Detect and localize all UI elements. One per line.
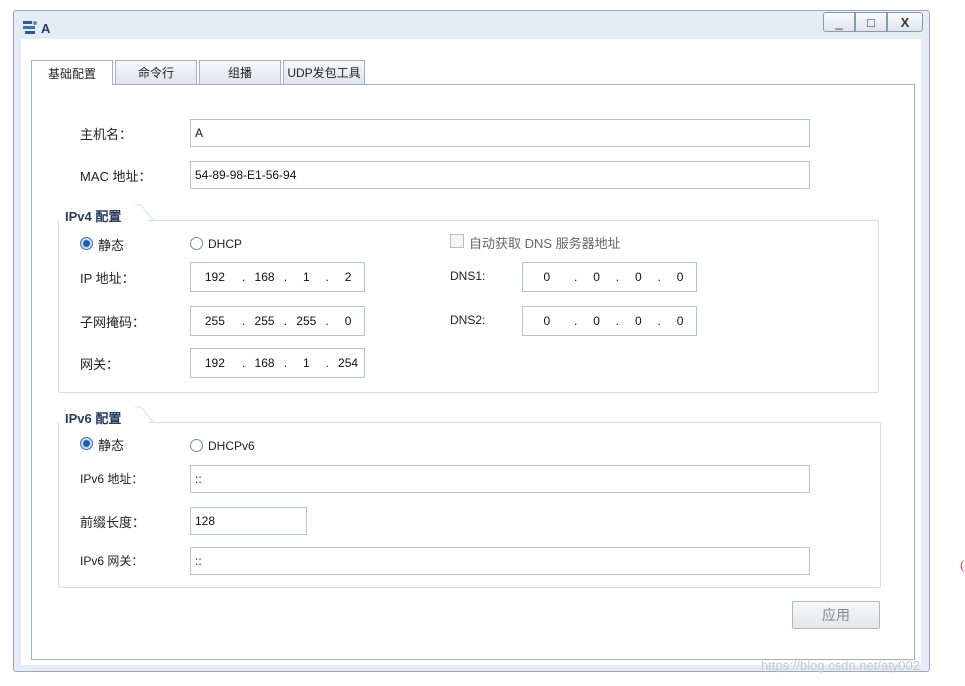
ip-address-label: IP 地址： <box>80 271 135 286</box>
ip-octet-4: 2 <box>344 270 352 284</box>
dns1-octet-4: 0 <box>676 270 684 284</box>
tab-multicast[interactable]: 组播 <box>199 60 281 84</box>
gateway-octet-1: 192 <box>204 356 225 370</box>
ipv6-address-input[interactable]: :: <box>190 465 810 493</box>
red-mark: ( <box>960 558 964 572</box>
ipv6-dhcp-radio[interactable] <box>190 439 203 452</box>
ip-octet-1: 192 <box>204 270 225 284</box>
mac-input[interactable]: 54-89-98-E1-56-94 <box>190 161 810 189</box>
apply-button[interactable]: 应用 <box>792 601 880 629</box>
ipv6-title-text: IPv6 配置 <box>65 410 122 426</box>
ipv6-gateway-input[interactable]: :: <box>190 547 810 575</box>
group-tab-corner <box>135 204 154 221</box>
ip-address-field[interactable]: 192. 168. 1. 2 <box>190 262 365 292</box>
prefix-length-input[interactable]: 128 <box>190 507 307 535</box>
dns2-octet-3: 0 <box>634 314 642 328</box>
gateway-octet-4: 254 <box>338 356 359 370</box>
mask-octet-4: 0 <box>344 314 352 328</box>
ipv4-dhcp-label: DHCP <box>208 237 243 251</box>
tab-command-line[interactable]: 命令行 <box>115 60 197 84</box>
watermark-text: https://blog.csdn.net/aty002 <box>761 658 920 673</box>
mask-octet-1: 255 <box>204 314 225 328</box>
mac-label: MAC 地址： <box>80 169 152 184</box>
ipv4-dhcp-radio[interactable] <box>190 237 203 250</box>
ip-octet-3: 1 <box>302 270 310 284</box>
close-button[interactable]: X <box>887 12 923 32</box>
ipv6-static-label: 静态 <box>98 438 125 453</box>
dns1-octet-2: 0 <box>593 270 600 284</box>
dns1-octet-1: 0 <box>543 270 551 284</box>
auto-dns-checkbox[interactable] <box>450 234 464 248</box>
subnet-mask-label: 子网掩码： <box>80 315 146 330</box>
ipv6-address-label: IPv6 地址： <box>80 472 144 486</box>
minimize-button[interactable]: _ <box>823 12 855 32</box>
gateway-octet-2: 168 <box>254 356 275 370</box>
window-title: A <box>41 21 51 36</box>
dns2-octet-4: 0 <box>676 314 684 328</box>
prefix-length-label: 前缀长度： <box>80 515 146 530</box>
ipv6-gateway-label: IPv6 网关： <box>80 554 144 568</box>
dns1-field[interactable]: 0. 0. 0. 0 <box>522 262 697 292</box>
ipv6-dhcp-label: DHCPv6 <box>208 439 255 453</box>
network-host-icon <box>23 21 37 34</box>
ipv4-static-label: 静态 <box>98 238 125 253</box>
mask-octet-3: 255 <box>296 314 317 328</box>
dns1-label: DNS1: <box>450 269 486 283</box>
tab-basic-config[interactable]: 基础配置 <box>31 60 113 85</box>
dns2-octet-2: 0 <box>593 314 600 328</box>
group-tab-corner <box>135 406 154 423</box>
maximize-button[interactable]: □ <box>855 12 887 32</box>
gateway-field[interactable]: 192. 168. 1. 254 <box>190 348 365 378</box>
dns1-octet-3: 0 <box>634 270 642 284</box>
ipv4-title-text: IPv4 配置 <box>65 208 122 224</box>
auto-dns-label: 自动获取 DNS 服务器地址 <box>469 236 621 251</box>
hostname-label: 主机名： <box>80 127 133 142</box>
hostname-input[interactable]: A <box>190 119 810 147</box>
dns2-label: DNS2: <box>450 313 486 327</box>
gateway-octet-3: 1 <box>302 356 310 370</box>
ipv6-static-radio[interactable] <box>80 437 93 450</box>
mask-octet-2: 255 <box>254 314 275 328</box>
ip-octet-2: 168 <box>254 270 275 284</box>
subnet-mask-field[interactable]: 255. 255. 255. 0 <box>190 306 365 336</box>
gateway-label: 网关： <box>80 357 120 372</box>
dns2-field[interactable]: 0. 0. 0. 0 <box>522 306 697 336</box>
ipv4-static-radio[interactable] <box>80 237 93 250</box>
dns2-octet-1: 0 <box>543 314 551 328</box>
tab-udp-tool[interactable]: UDP发包工具 <box>283 60 365 84</box>
